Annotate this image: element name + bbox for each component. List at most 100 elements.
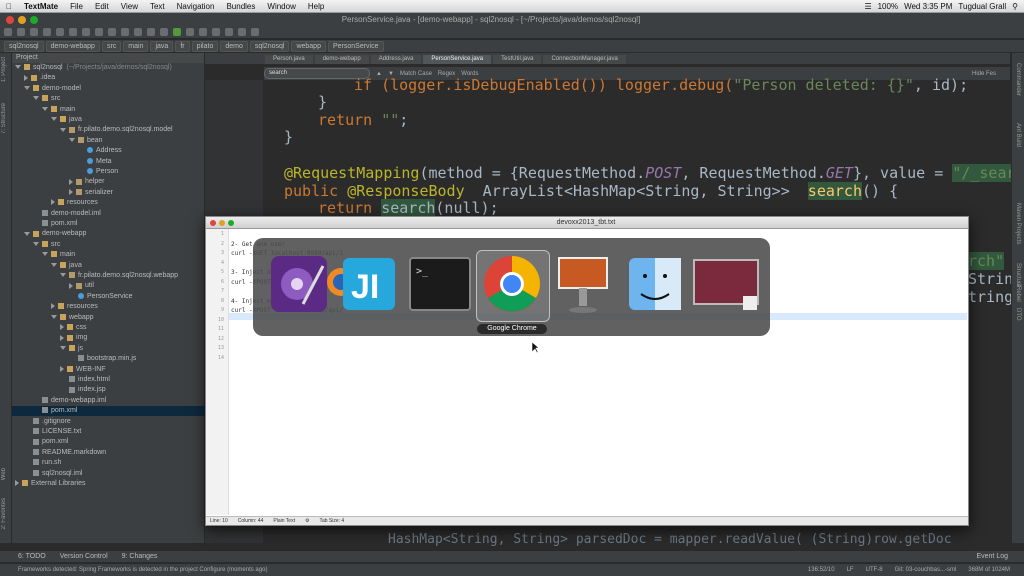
user-name[interactable]: Tugdual Grall — [958, 2, 1006, 11]
file-encoding[interactable]: UTF-8 — [866, 567, 883, 573]
tool-favorites[interactable]: 2: Favorites — [1, 498, 7, 529]
expand-down-icon[interactable] — [42, 106, 48, 111]
expand-right-icon[interactable] — [24, 74, 28, 81]
editor-tab[interactable]: ConnectionManager.java — [543, 55, 626, 64]
minimize-window-icon[interactable] — [219, 219, 225, 226]
tree-item[interactable]: sql2nosql (~/Projects/java/demos/sql2nosq… — [12, 63, 207, 73]
expand-down-icon[interactable] — [51, 117, 57, 122]
expand-right-icon[interactable] — [51, 303, 55, 310]
menu-navigation[interactable]: Navigation — [171, 2, 221, 11]
tree-item[interactable]: demo-webapp.iml — [12, 396, 225, 406]
breadcrumb-item[interactable]: main — [123, 40, 149, 52]
menu-app-textmate[interactable]: TextMate — [18, 2, 64, 11]
tree-item[interactable]: main — [12, 250, 234, 260]
tree-item[interactable]: README.markdown — [12, 448, 216, 458]
tool-dto[interactable]: DTO — [1015, 308, 1021, 321]
expand-right-icon[interactable] — [60, 324, 64, 331]
tree-item[interactable]: LICENSE.txt — [12, 427, 216, 437]
editor-tab[interactable]: Address.java — [370, 55, 422, 64]
expand-right-icon[interactable] — [60, 365, 64, 372]
tool-todo[interactable]: 6: TODO — [18, 553, 46, 560]
screen-sharing-icon[interactable] — [693, 252, 759, 316]
stop-icon[interactable] — [199, 28, 207, 36]
git-branch[interactable]: Git: 03-couchbas...-sml — [895, 567, 957, 573]
expand-down-icon[interactable] — [24, 231, 30, 236]
spotlight-icon[interactable]: ⚲ — [1012, 2, 1018, 11]
close-window-icon[interactable] — [210, 219, 216, 226]
tree-item[interactable]: pom.xml — [12, 219, 225, 229]
menu-window[interactable]: Window — [261, 2, 301, 11]
tool-maven[interactable]: Maven Projects — [1015, 203, 1021, 244]
textmate-title-bar[interactable]: devoxx2013_tbt.txt — [206, 217, 968, 229]
editor-tab[interactable]: Person.java — [265, 55, 313, 64]
build-icon[interactable] — [160, 28, 168, 36]
breadcrumb-item[interactable]: src — [101, 40, 122, 52]
tree-item[interactable]: pom.xml — [12, 437, 216, 447]
tool-web[interactable]: Web — [1, 468, 7, 480]
breadcrumb-item[interactable]: sql2nosql — [249, 40, 290, 52]
breadcrumb-item[interactable]: fr — [175, 40, 190, 52]
expand-down-icon[interactable] — [15, 65, 21, 70]
expand-down-icon[interactable] — [60, 273, 66, 278]
intellij-icon[interactable]: JI — [337, 252, 401, 316]
expand-down-icon[interactable] — [51, 262, 57, 267]
expand-down-icon[interactable] — [60, 345, 66, 350]
tool-commander[interactable]: Commander — [1015, 63, 1021, 96]
expand-down-icon[interactable] — [42, 252, 48, 257]
replace-icon[interactable] — [121, 28, 129, 36]
apple-icon[interactable]:  — [0, 2, 18, 11]
tool-changes[interactable]: 9: Changes — [122, 553, 158, 560]
vcs-update-icon[interactable] — [212, 28, 220, 36]
expand-down-icon[interactable] — [60, 127, 66, 132]
settings-icon[interactable] — [238, 28, 246, 36]
tree-item[interactable]: src — [12, 94, 225, 104]
tree-item[interactable]: External Libraries — [12, 479, 207, 489]
tool-structure[interactable]: 7: Structure — [1, 103, 7, 134]
tree-item[interactable]: main — [12, 105, 234, 115]
undo-icon[interactable] — [43, 28, 51, 36]
memory-indicator[interactable]: 368M of 1024M — [968, 567, 1010, 573]
tree-item[interactable]: pom.xml — [12, 406, 225, 417]
tool-jrebel[interactable]: JRebel — [1015, 283, 1021, 302]
expand-down-icon[interactable] — [24, 85, 30, 90]
finder-icon[interactable] — [623, 252, 687, 316]
vcs-commit-icon[interactable] — [225, 28, 233, 36]
copy-icon[interactable] — [82, 28, 90, 36]
editor-tab[interactable]: TestUtil.java — [493, 55, 542, 64]
menu-help[interactable]: Help — [302, 2, 330, 11]
cut-icon[interactable] — [69, 28, 77, 36]
sync-icon[interactable] — [30, 28, 38, 36]
close-window-icon[interactable] — [6, 15, 14, 24]
debug-icon[interactable] — [186, 28, 194, 36]
back-icon[interactable] — [134, 28, 142, 36]
keynote-icon[interactable] — [551, 252, 615, 316]
menu-edit[interactable]: Edit — [89, 2, 115, 11]
tree-item[interactable]: src — [12, 240, 225, 250]
tree-item[interactable]: demo-webapp — [12, 229, 216, 239]
run-icon[interactable] — [173, 28, 181, 36]
breadcrumb-item[interactable]: pilato — [191, 40, 219, 52]
save-icon[interactable] — [17, 28, 25, 36]
expand-right-icon[interactable] — [51, 199, 55, 206]
tree-item[interactable]: .gitignore — [12, 417, 216, 427]
menu-view[interactable]: View — [115, 2, 144, 11]
breadcrumb-item[interactable]: sql2nosql — [4, 40, 44, 52]
breadcrumb-item[interactable]: webapp — [291, 40, 326, 52]
tree-item[interactable]: sql2nosql.iml — [12, 469, 216, 479]
battery-label[interactable]: 100% — [878, 2, 898, 11]
editor-tab[interactable]: PersonService.java — [423, 55, 492, 64]
breadcrumb-item[interactable]: java — [150, 40, 174, 52]
project-panel-header[interactable]: Project — [12, 53, 204, 63]
tree-item[interactable]: run.sh — [12, 458, 216, 468]
editor-tab[interactable]: demo-webapp — [314, 55, 369, 64]
chrome-icon[interactable] — [480, 252, 544, 316]
terminal-icon[interactable]: >_ — [408, 252, 472, 316]
paste-icon[interactable] — [95, 28, 103, 36]
expand-down-icon[interactable] — [33, 96, 39, 101]
status-message[interactable]: Frameworks detected: Spring Frameworks i… — [18, 567, 267, 573]
redo-icon[interactable] — [56, 28, 64, 36]
tool-project[interactable]: 1: Project — [1, 57, 7, 82]
tm-gear-icon[interactable]: ⚙ — [305, 518, 309, 524]
wifi-icon[interactable]: ☰ — [864, 2, 871, 11]
breadcrumb-item[interactable]: demo-webapp — [45, 40, 100, 52]
